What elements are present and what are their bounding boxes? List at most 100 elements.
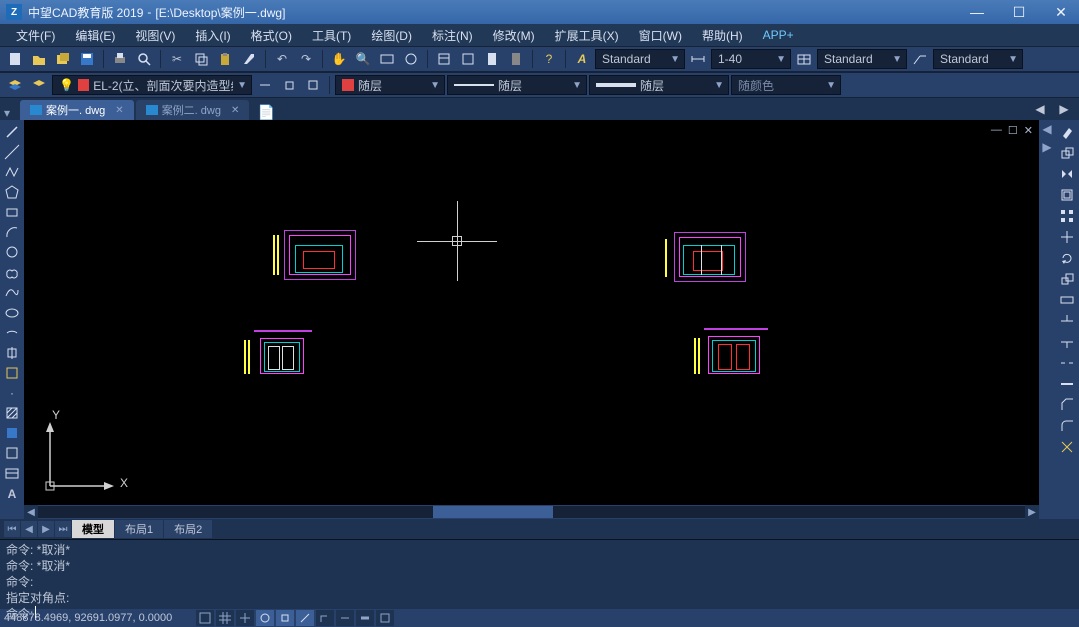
scale-icon[interactable] — [1056, 269, 1078, 289]
pline-icon[interactable] — [1, 162, 23, 181]
textstyle-combo[interactable]: Standard▼ — [595, 49, 685, 69]
zoom-win-icon[interactable] — [376, 48, 398, 70]
menu-window[interactable]: 窗口(W) — [629, 25, 692, 46]
gradient-icon[interactable] — [1, 424, 23, 443]
mleader-combo[interactable]: Standard▼ — [933, 49, 1023, 69]
dclick-icon[interactable] — [457, 48, 479, 70]
explode-icon[interactable] — [1056, 437, 1078, 457]
new-tab-icon[interactable]: 📄 — [257, 104, 275, 120]
menu-help[interactable]: 帮助(H) — [692, 25, 753, 46]
command-window[interactable]: 命令: *取消* 命令: *取消* 命令: 指定对角点: 命令: — [0, 539, 1079, 609]
redo-icon[interactable]: ↷ — [295, 48, 317, 70]
new-icon[interactable] — [4, 48, 26, 70]
snap-toggle[interactable] — [196, 610, 214, 626]
maximize-button[interactable]: ☐ — [1007, 4, 1031, 21]
extend-icon[interactable] — [1056, 332, 1078, 352]
ltab-first-icon[interactable]: ⏮ — [4, 521, 20, 537]
calc-icon[interactable] — [505, 48, 527, 70]
offset-icon[interactable] — [1056, 185, 1078, 205]
table-icon[interactable] — [1, 464, 23, 483]
help-icon[interactable]: ? — [538, 48, 560, 70]
pan-icon[interactable]: ✋ — [328, 48, 350, 70]
ltab-last-icon[interactable]: ⏭ — [55, 521, 71, 537]
menu-insert[interactable]: 插入(I) — [185, 25, 240, 46]
chamfer-icon[interactable] — [1056, 395, 1078, 415]
revcloud-icon[interactable] — [1, 263, 23, 282]
preview-icon[interactable] — [133, 48, 155, 70]
block-icon[interactable] — [1, 363, 23, 382]
mirror-icon[interactable] — [1056, 164, 1078, 184]
copy-obj-icon[interactable] — [1056, 143, 1078, 163]
zoom-prev-icon[interactable] — [400, 48, 422, 70]
polygon-icon[interactable] — [1, 182, 23, 201]
lwt-toggle[interactable] — [356, 610, 374, 626]
tablestyle-icon[interactable] — [793, 48, 815, 70]
menu-format[interactable]: 格式(O) — [241, 25, 302, 46]
insert-icon[interactable] — [1, 343, 23, 362]
tab-nav-left-icon[interactable]: ◀ — [1029, 98, 1051, 120]
close-tab-icon[interactable]: ✕ — [115, 105, 123, 116]
polar-toggle[interactable] — [256, 610, 274, 626]
hscroll-right-icon[interactable]: ▶ — [1025, 505, 1039, 519]
join-icon[interactable] — [1056, 374, 1078, 394]
nav-up-icon[interactable]: ◀ — [1039, 120, 1055, 138]
nav-down-icon[interactable]: ▶ — [1039, 138, 1055, 156]
paste-icon[interactable] — [214, 48, 236, 70]
rectangle-icon[interactable] — [1, 202, 23, 221]
drawing-canvas[interactable]: — ☐ ✕ — [24, 120, 1039, 505]
open-icon[interactable] — [28, 48, 50, 70]
dyn-toggle[interactable] — [336, 610, 354, 626]
menu-file[interactable]: 文件(F) — [6, 25, 65, 46]
circle-icon[interactable] — [1, 243, 23, 262]
ltab-prev-icon[interactable]: ◀ — [21, 521, 37, 537]
hatch-icon[interactable] — [1, 404, 23, 423]
minimize-button[interactable]: — — [965, 4, 989, 21]
textstyle-icon[interactable]: A — [571, 48, 593, 70]
menu-app[interactable]: APP+ — [753, 26, 804, 44]
menu-ext[interactable]: 扩展工具(X) — [545, 25, 629, 46]
line-icon[interactable] — [1, 122, 23, 141]
mtext-icon[interactable]: A — [1, 484, 23, 503]
open-multi-icon[interactable] — [52, 48, 74, 70]
layer-iso-icon[interactable] — [278, 74, 300, 96]
ducs-toggle[interactable] — [316, 610, 334, 626]
menu-view[interactable]: 视图(V) — [125, 25, 185, 46]
mleader-icon[interactable] — [909, 48, 931, 70]
hscroll-thumb[interactable] — [433, 506, 553, 518]
arc-icon[interactable] — [1, 223, 23, 242]
rotate-icon[interactable] — [1056, 248, 1078, 268]
close-tab-icon[interactable]: ✕ — [231, 105, 239, 116]
menu-draw[interactable]: 绘图(D) — [361, 25, 422, 46]
layer-prev-icon[interactable] — [254, 74, 276, 96]
tablestyle-combo[interactable]: Standard▼ — [817, 49, 907, 69]
ellipse-arc-icon[interactable] — [1, 323, 23, 342]
layout-tab-2[interactable]: 布局2 — [164, 520, 212, 538]
menu-edit[interactable]: 编辑(E) — [65, 25, 125, 46]
menu-modify[interactable]: 修改(M) — [483, 25, 545, 46]
lineweight-combo[interactable]: 随层▼ — [589, 75, 729, 95]
model-toggle[interactable] — [376, 610, 394, 626]
stretch-icon[interactable] — [1056, 290, 1078, 310]
zoom-rt-icon[interactable]: 🔍 — [352, 48, 374, 70]
fillet-icon[interactable] — [1056, 416, 1078, 436]
layer-states-icon[interactable] — [28, 74, 50, 96]
array-icon[interactable] — [1056, 206, 1078, 226]
cut-icon[interactable]: ✂ — [166, 48, 188, 70]
match-icon[interactable] — [238, 48, 260, 70]
dimscale-combo[interactable]: 1-40▼ — [711, 49, 791, 69]
hscroll-left-icon[interactable]: ◀ — [24, 505, 38, 519]
trim-icon[interactable] — [1056, 311, 1078, 331]
ellipse-icon[interactable] — [1, 303, 23, 322]
ortho-toggle[interactable] — [236, 610, 254, 626]
doc-tab-2[interactable]: 案例二. dwg ✕ — [136, 100, 250, 120]
menu-tools[interactable]: 工具(T) — [302, 25, 361, 46]
otrack-toggle[interactable] — [296, 610, 314, 626]
spline-icon[interactable] — [1, 283, 23, 302]
save-icon[interactable] — [76, 48, 98, 70]
tpalette-icon[interactable] — [481, 48, 503, 70]
layer-match-icon[interactable] — [302, 74, 324, 96]
ltab-next-icon[interactable]: ▶ — [38, 521, 54, 537]
layout-tab-1[interactable]: 布局1 — [115, 520, 163, 538]
xline-icon[interactable] — [1, 142, 23, 161]
hscroll-track[interactable] — [38, 506, 1025, 518]
